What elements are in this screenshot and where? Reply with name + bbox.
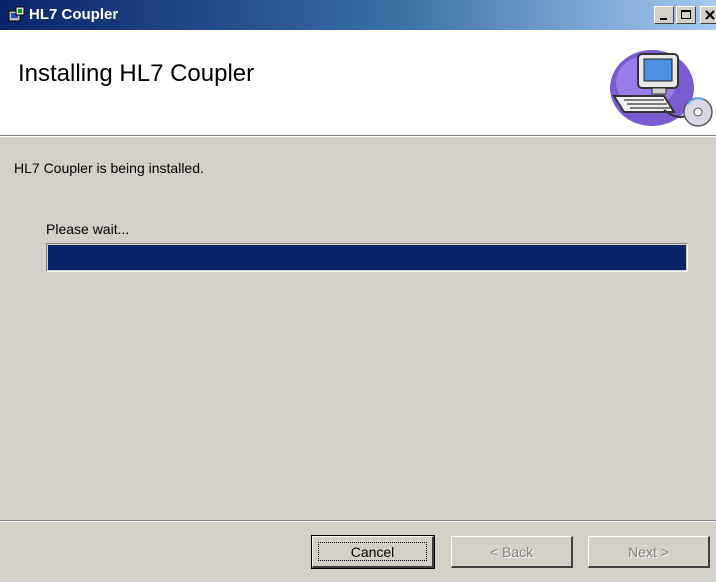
installer-icon[interactable] [8, 6, 25, 23]
computer-cd-icon [602, 40, 714, 130]
progress-bar [46, 243, 688, 272]
title-bar[interactable]: HL7 Coupler [0, 0, 716, 30]
status-message: HL7 Coupler is being installed. [14, 160, 204, 176]
cancel-button[interactable]: Cancel [311, 535, 435, 569]
close-button[interactable] [700, 6, 716, 24]
progress-fill [48, 245, 686, 270]
maximize-icon [681, 10, 691, 19]
minimize-button[interactable] [654, 6, 674, 24]
installer-window: HL7 Coupler Installing HL7 Coupler HL7 C… [0, 0, 716, 582]
page-title: Installing HL7 Coupler [18, 60, 255, 87]
back-button-label: < Back [489, 543, 534, 560]
progress-label: Please wait... [46, 221, 130, 237]
banner-divider [0, 135, 716, 137]
next-button[interactable]: Next > [588, 536, 710, 568]
footer-divider [0, 520, 716, 522]
next-button-label: Next > [628, 543, 669, 560]
close-icon [705, 10, 715, 20]
header-banner: Installing HL7 Coupler [0, 30, 716, 135]
maximize-button[interactable] [676, 6, 696, 24]
window-title: HL7 Coupler [29, 6, 119, 23]
minimize-icon [660, 18, 667, 20]
back-button[interactable]: < Back [451, 536, 573, 568]
cancel-button-label: Cancel [350, 543, 395, 560]
